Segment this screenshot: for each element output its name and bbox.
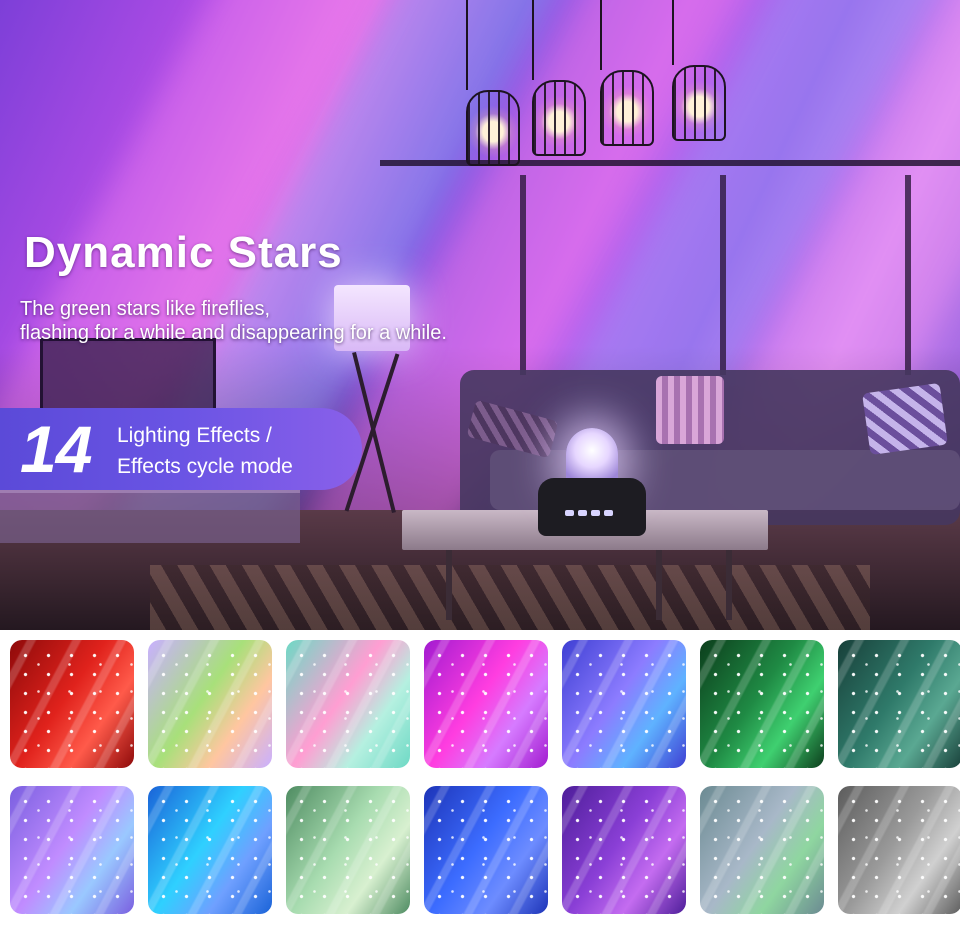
effect-swatch-gray	[838, 786, 960, 914]
effect-swatch-lavender	[10, 786, 134, 914]
window-frame	[905, 175, 911, 375]
hero-scene: Dynamic Stars The green stars like firef…	[0, 0, 960, 630]
galaxy-projector	[538, 478, 646, 536]
effect-swatch-dark-green	[700, 640, 824, 768]
pillow	[656, 376, 724, 444]
effect-swatch-blue-violet	[562, 640, 686, 768]
table-leg	[446, 550, 452, 620]
rug	[150, 565, 870, 630]
effect-swatch-royal-blue	[424, 786, 548, 914]
window-wall	[380, 160, 960, 396]
effect-swatch-red	[10, 640, 134, 768]
projector-dome	[566, 428, 618, 484]
effect-swatch-purple	[562, 786, 686, 914]
effect-swatch-cyan-blue	[148, 786, 272, 914]
tv-stand	[0, 490, 300, 543]
subtext-line: The green stars like fireflies,	[20, 298, 271, 320]
effect-swatch-grid	[10, 640, 960, 916]
subtext: The green stars like fireflies, flashing…	[20, 297, 560, 345]
effects-count: 14	[20, 412, 92, 486]
effect-swatch-sage	[286, 786, 410, 914]
window-frame	[520, 175, 526, 375]
badge-line: Lighting Effects /	[117, 424, 272, 447]
pillow	[862, 382, 948, 456]
badge-label: Lighting Effects / Effects cycle mode	[117, 420, 293, 482]
effect-swatch-teal-pink	[286, 640, 410, 768]
projector-button	[565, 510, 574, 516]
subtext-line: flashing for a while and disappearing fo…	[20, 322, 447, 344]
effect-swatch-magenta	[424, 640, 548, 768]
window-frame	[720, 175, 726, 375]
effect-swatch-dark-teal	[838, 640, 960, 768]
projector-button	[591, 510, 600, 516]
table-leg	[656, 550, 662, 620]
effect-swatch-gray-green	[700, 786, 824, 914]
table-leg	[726, 550, 732, 620]
projector-button	[578, 510, 587, 516]
projector-button	[604, 510, 613, 516]
headline: Dynamic Stars	[24, 228, 343, 277]
badge-line: Effects cycle mode	[117, 455, 293, 478]
effect-swatch-multicolor-pastel	[148, 640, 272, 768]
tv	[40, 338, 216, 412]
